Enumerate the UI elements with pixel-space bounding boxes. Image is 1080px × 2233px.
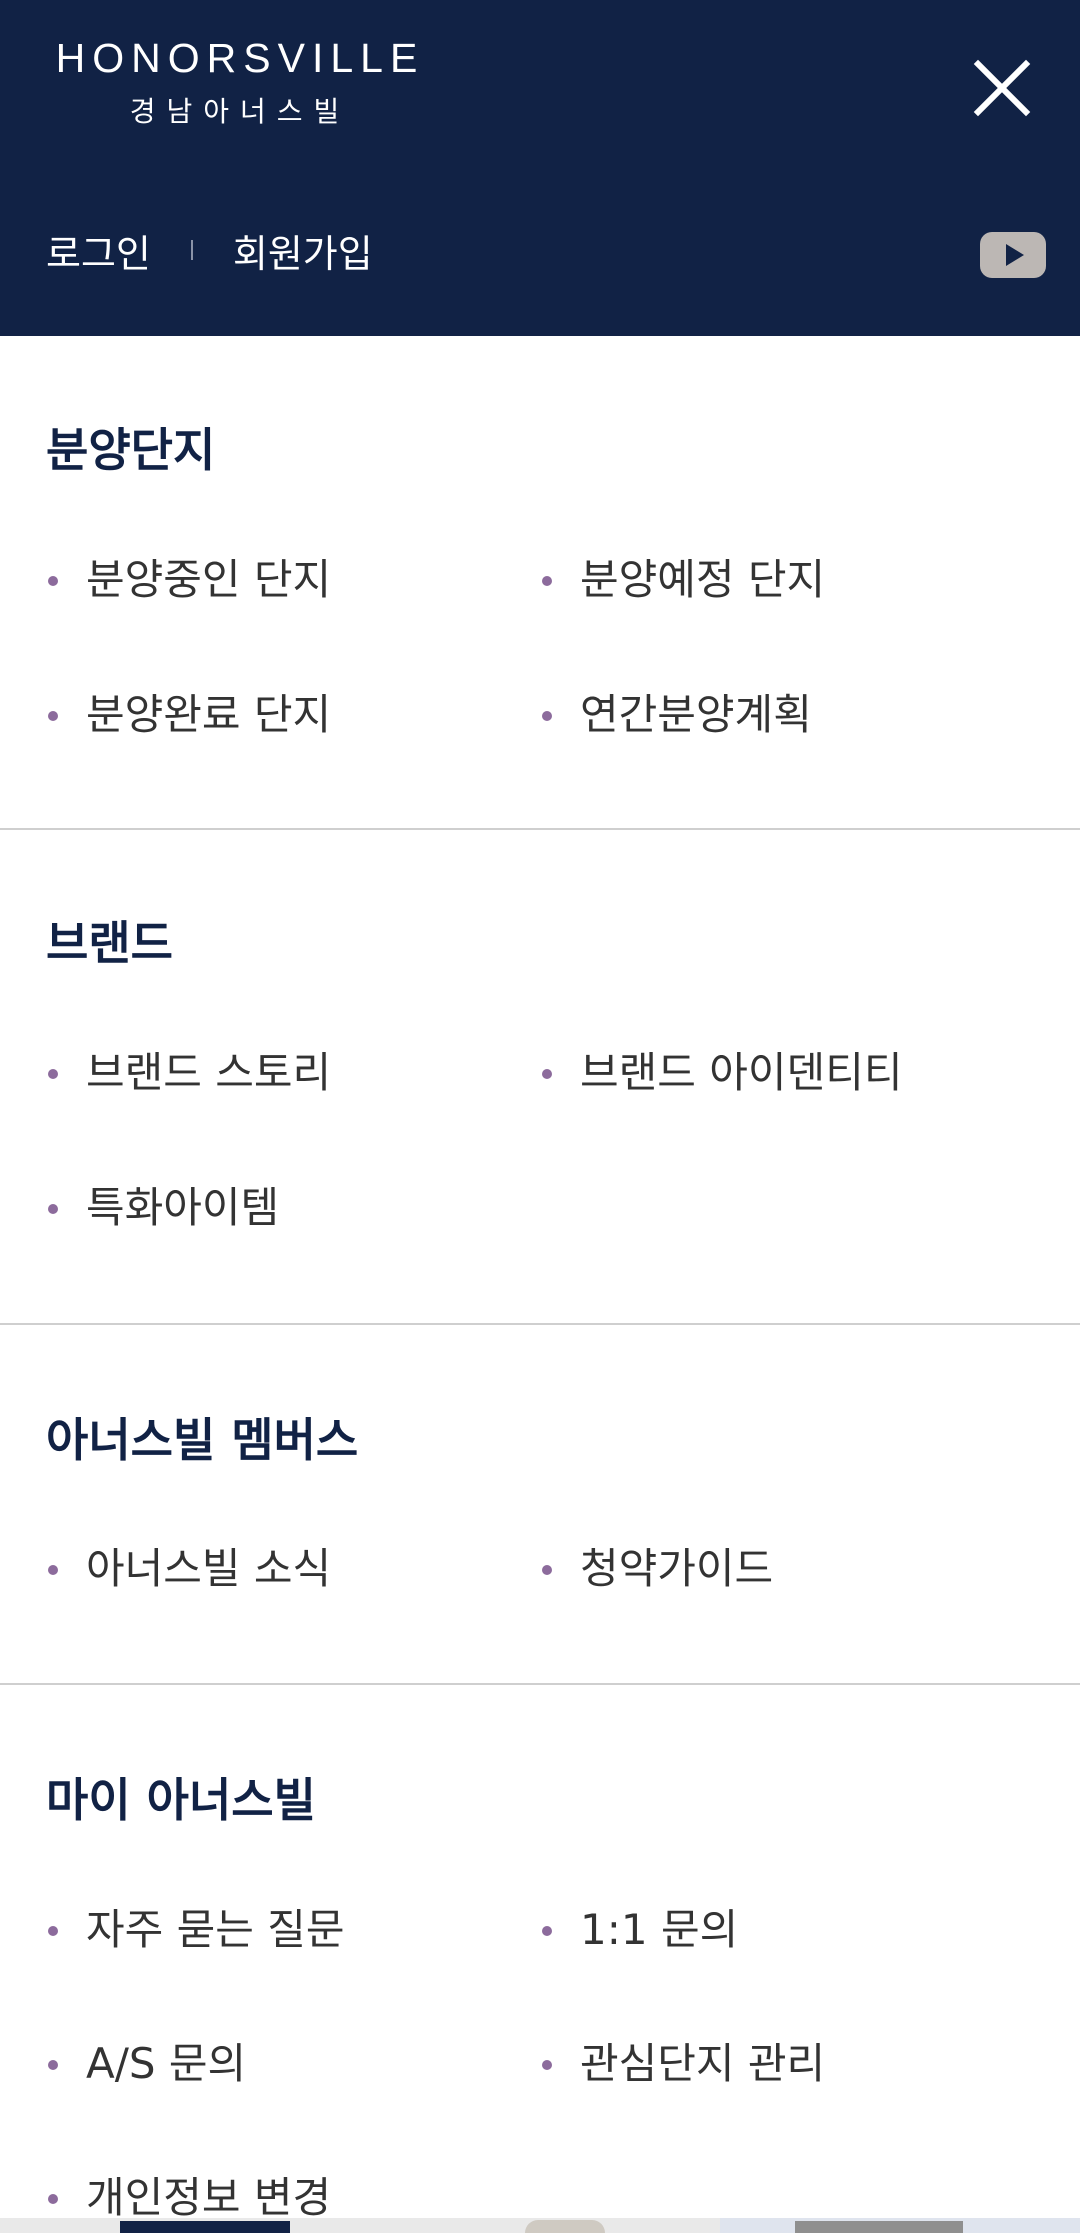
bullet-icon <box>542 1565 552 1575</box>
logo-text-en: HONORSVILLE <box>55 35 425 81</box>
menu-item-label: 분양예정 단지 <box>580 555 826 604</box>
bullet-icon <box>48 2194 58 2204</box>
background-block <box>120 2221 290 2233</box>
bullet-icon <box>48 576 58 586</box>
section-divider <box>0 1683 1080 1685</box>
bullet-icon <box>542 2060 552 2070</box>
menu-item-brand-story[interactable]: 브랜드 스토리 <box>48 1045 332 1101</box>
auth-links: 로그인 회원가입 <box>46 228 373 276</box>
menu-item-label: A/S 문의 <box>86 2039 247 2088</box>
menu-item-label: 브랜드 아이덴티티 <box>580 1048 903 1097</box>
menu-item-label: 특화아이템 <box>86 1183 280 1232</box>
section-divider <box>0 1323 1080 1325</box>
menu-item-selling-complex[interactable]: 분양중인 단지 <box>48 552 332 608</box>
menu-item-label: 자주 묻는 질문 <box>86 1905 345 1954</box>
menu-item-annual-plan[interactable]: 연간분양계획 <box>542 687 812 743</box>
bullet-icon <box>542 1069 552 1079</box>
menu-item-label: 관심단지 관리 <box>580 2039 826 2088</box>
menu-item-faq[interactable]: 자주 묻는 질문 <box>48 1902 345 1958</box>
menu-item-favorite-complex[interactable]: 관심단지 관리 <box>542 2036 826 2092</box>
menu-item-subscription-guide[interactable]: 청약가이드 <box>542 1541 774 1597</box>
underlying-page-peek <box>0 2218 1080 2233</box>
menu-item-label: 청약가이드 <box>580 1544 774 1593</box>
youtube-icon[interactable] <box>980 232 1046 278</box>
bullet-icon <box>48 1565 58 1575</box>
logo-text-ko: 경남아너스빌 <box>129 95 351 128</box>
bullet-icon <box>48 2060 58 2070</box>
menu-item-special-items[interactable]: 특화아이템 <box>48 1180 280 1236</box>
bullet-icon <box>48 1069 58 1079</box>
menu-item-label: 아너스빌 소식 <box>86 1544 332 1593</box>
menu-item-label: 분양중인 단지 <box>86 555 332 604</box>
menu-item-label: 분양완료 단지 <box>86 690 332 739</box>
section-title: 분양단지 <box>46 423 216 477</box>
divider <box>190 240 193 260</box>
signup-link[interactable]: 회원가입 <box>233 223 373 278</box>
bullet-icon <box>48 711 58 721</box>
honorsville-logo[interactable]: HONORSVILLE 경남아너스빌 <box>50 32 430 132</box>
bullet-icon <box>542 711 552 721</box>
menu-header: HONORSVILLE 경남아너스빌 로그인 회원가입 <box>0 0 1080 336</box>
menu-item-label: 브랜드 스토리 <box>86 1048 332 1097</box>
background-block <box>795 2221 963 2233</box>
login-link[interactable]: 로그인 <box>46 223 151 278</box>
menu-item-news[interactable]: 아너스빌 소식 <box>48 1541 332 1597</box>
bullet-icon <box>48 1926 58 1936</box>
section-title: 브랜드 <box>46 916 173 970</box>
menu-item-label: 개인정보 변경 <box>86 2173 332 2222</box>
section-divider <box>0 828 1080 830</box>
section-title: 아너스빌 멤버스 <box>46 1413 359 1467</box>
menu-item-completed-complex[interactable]: 분양완료 단지 <box>48 687 332 743</box>
bullet-icon <box>542 1926 552 1936</box>
bullet-icon <box>542 576 552 586</box>
section-title: 마이 아너스빌 <box>46 1773 316 1827</box>
menu-item-as-inquiry[interactable]: A/S 문의 <box>48 2036 247 2092</box>
bullet-icon <box>48 1204 58 1214</box>
menu-item-brand-identity[interactable]: 브랜드 아이덴티티 <box>542 1045 903 1101</box>
menu-item-upcoming-complex[interactable]: 분양예정 단지 <box>542 552 826 608</box>
menu-item-label: 연간분양계획 <box>580 690 812 739</box>
close-icon[interactable] <box>972 58 1032 118</box>
menu-item-label: 1:1 문의 <box>580 1905 739 1954</box>
menu-item-inquiry[interactable]: 1:1 문의 <box>542 1902 739 1958</box>
background-block <box>525 2220 605 2233</box>
